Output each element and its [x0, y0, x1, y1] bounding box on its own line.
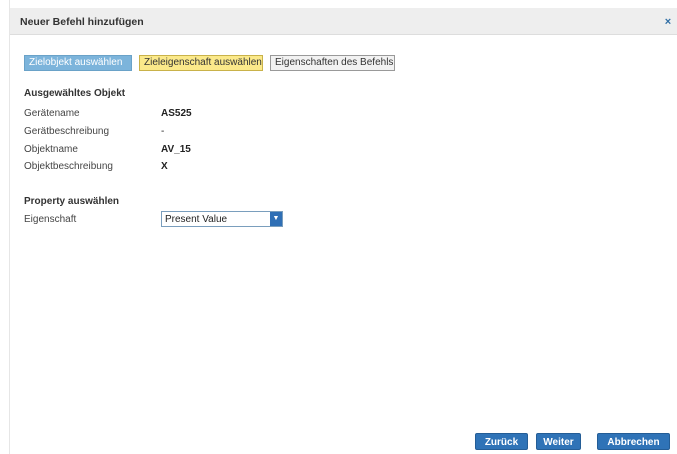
step-command-properties[interactable]: Eigenschaften des Befehls — [270, 55, 395, 71]
cancel-button[interactable]: Abbrechen — [597, 433, 670, 450]
step-select-target-object[interactable]: Zielobjekt auswählen — [24, 55, 132, 71]
device-name-value: AS525 — [161, 108, 192, 119]
device-description-value: - — [161, 126, 165, 137]
object-description-label: Objektbeschreibung — [24, 161, 113, 172]
selected-object-heading: Ausgewähltes Objekt — [24, 88, 126, 99]
property-select-value: Present Value — [165, 214, 228, 225]
dialog-titlebar: Neuer Befehl hinzufügen × — [10, 8, 677, 35]
property-select[interactable]: Present Value ▼ — [161, 211, 283, 227]
property-select-heading: Property auswählen — [24, 196, 120, 207]
property-label: Eigenschaft — [24, 214, 77, 225]
chevron-down-icon[interactable]: ▼ — [270, 212, 282, 226]
dialog-title: Neuer Befehl hinzufügen — [20, 16, 144, 28]
device-description-label: Gerätbeschreibung — [24, 126, 110, 137]
close-icon[interactable]: × — [662, 16, 674, 28]
device-name-label: Gerätename — [24, 108, 80, 119]
object-name-label: Objektname — [24, 144, 78, 155]
wizard-steps: Zielobjekt auswählen Zieleigenschaft aus… — [24, 55, 395, 71]
add-command-dialog: Neuer Befehl hinzufügen × Zielobjekt aus… — [9, 0, 677, 454]
object-name-value: AV_15 — [161, 144, 191, 155]
object-description-value: X — [161, 161, 168, 172]
back-button[interactable]: Zurück — [475, 433, 528, 450]
next-button[interactable]: Weiter — [536, 433, 581, 450]
step-select-target-property[interactable]: Zieleigenschaft auswählen — [139, 55, 263, 71]
